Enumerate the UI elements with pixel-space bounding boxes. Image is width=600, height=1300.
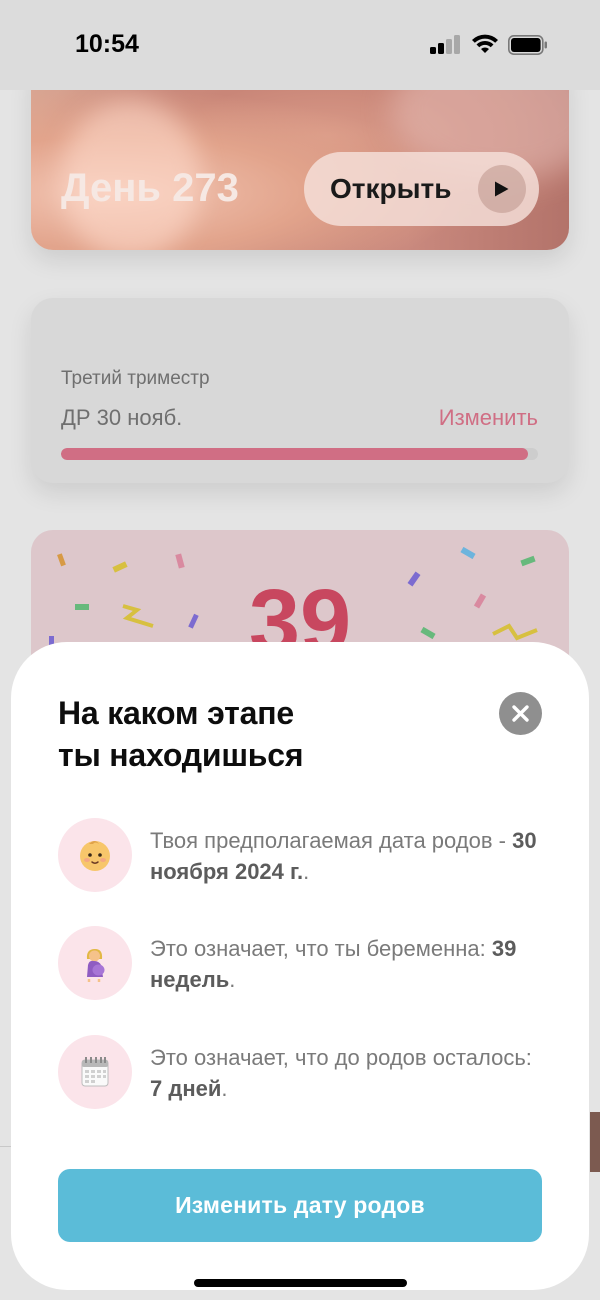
days-left-row: Это означает, что до родов осталось: 7 д… [58, 1035, 538, 1109]
status-time: 10:54 [75, 30, 139, 58]
change-due-date-button-label: Изменить дату родов [175, 1192, 425, 1218]
due-date-text: Твоя предполагаемая дата родов - 30 нояб… [150, 828, 537, 884]
change-due-date-button[interactable]: Изменить дату родов [58, 1169, 542, 1242]
home-indicator[interactable] [194, 1279, 407, 1287]
weeks-row: Это означает, что ты беременна: 39 недел… [58, 926, 538, 1000]
day-counter: День 273 [61, 166, 239, 210]
close-button[interactable] [499, 692, 542, 735]
days-left-value: 7 дней [150, 1076, 222, 1101]
trimester-card: Третий триместр ДР 30 нояб. Изменить [31, 298, 569, 483]
baby-face-icon [58, 818, 132, 892]
pregnancy-progress-fill [61, 448, 529, 460]
battery-icon [508, 35, 547, 55]
cellular-signal-icon [430, 34, 462, 54]
days-left-text: Это означает, что до родов осталось: 7 д… [150, 1045, 532, 1101]
stage-bottom-sheet: На каком этапе ты находишься Твоя предпо… [11, 642, 589, 1290]
sheet-title-line2: ты находишься [58, 737, 304, 773]
trimester-label: Третий триместр [61, 368, 210, 389]
open-button[interactable]: Открыть [304, 152, 539, 226]
calendar-icon [58, 1035, 132, 1109]
partial-card-edge [590, 1112, 600, 1172]
open-button-label: Открыть [330, 173, 452, 204]
wifi-icon [472, 34, 498, 53]
status-bar: 10:54 [0, 0, 600, 90]
weeks-text: Это означает, что ты беременна: 39 недел… [150, 936, 517, 992]
play-icon [478, 165, 526, 213]
pregnant-woman-icon [58, 926, 132, 1000]
sheet-title: На каком этапе ты находишься [58, 692, 438, 776]
sheet-title-line1: На каком этапе [58, 695, 294, 731]
close-icon [512, 705, 529, 722]
due-date-row: Твоя предполагаемая дата родов - 30 нояб… [58, 818, 538, 892]
due-date-short: ДР 30 нояб. [61, 405, 183, 430]
change-due-date-link[interactable]: Изменить [439, 405, 538, 431]
pregnancy-progress-bar [61, 448, 538, 460]
